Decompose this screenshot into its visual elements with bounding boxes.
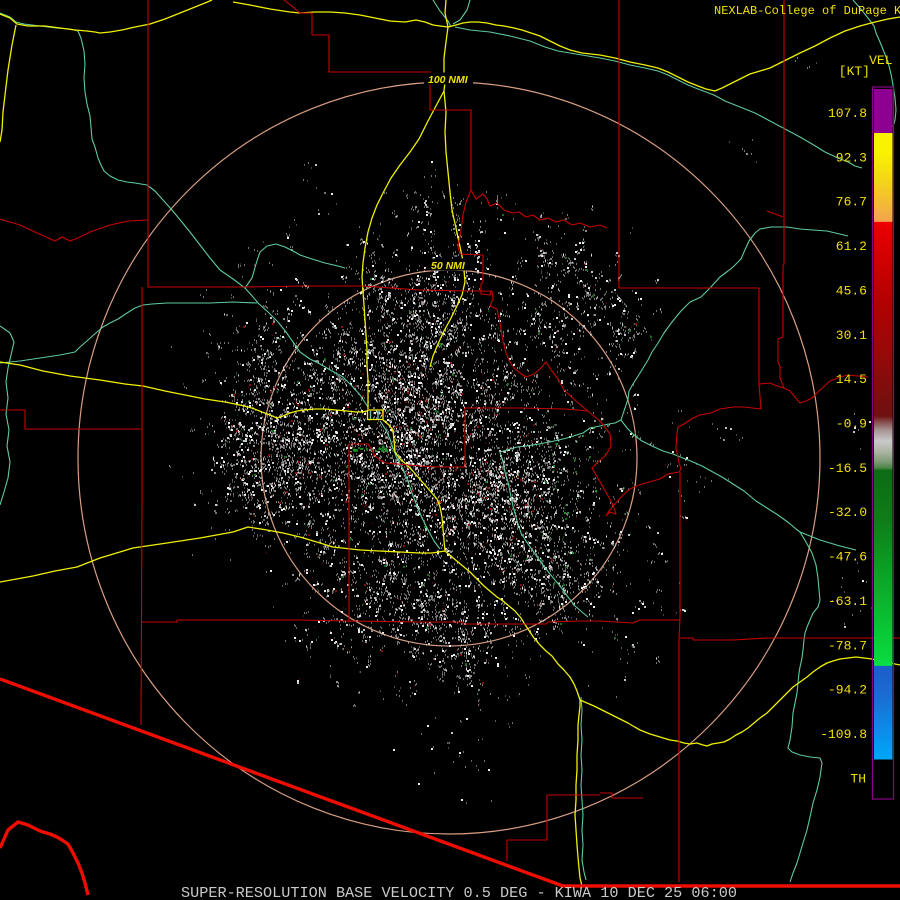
svg-text:-63.1: -63.1 — [828, 594, 867, 609]
svg-text:[KT]: [KT] — [839, 64, 870, 79]
svg-text:45.6: 45.6 — [836, 283, 867, 298]
svg-text:76.7: 76.7 — [836, 195, 867, 210]
svg-text:107.8: 107.8 — [828, 106, 867, 121]
svg-text:-47.6: -47.6 — [828, 550, 867, 565]
svg-text:VEL: VEL — [869, 53, 892, 68]
svg-text:SUPER-RESOLUTION BASE VELOCITY: SUPER-RESOLUTION BASE VELOCITY 0.5 DEG -… — [181, 884, 737, 900]
svg-text:TH: TH — [850, 771, 866, 786]
svg-text:100 NMI: 100 NMI — [428, 74, 469, 86]
svg-text:-32.0: -32.0 — [828, 505, 867, 520]
svg-text:14.5: 14.5 — [836, 372, 867, 387]
svg-text:61.2: 61.2 — [836, 239, 867, 254]
svg-text:-78.7: -78.7 — [828, 638, 867, 653]
svg-text:92.3: 92.3 — [836, 150, 867, 165]
svg-text:50 NMI: 50 NMI — [431, 260, 466, 272]
svg-text:-109.8: -109.8 — [820, 727, 867, 742]
svg-text:30.1: 30.1 — [836, 328, 867, 343]
svg-text:-94.2: -94.2 — [828, 683, 867, 698]
svg-text:-0.9: -0.9 — [836, 417, 867, 432]
svg-text:NEXLAB-College of DuPage KIWA: NEXLAB-College of DuPage KIWA — [714, 4, 900, 18]
svg-text:-16.5: -16.5 — [828, 461, 867, 476]
